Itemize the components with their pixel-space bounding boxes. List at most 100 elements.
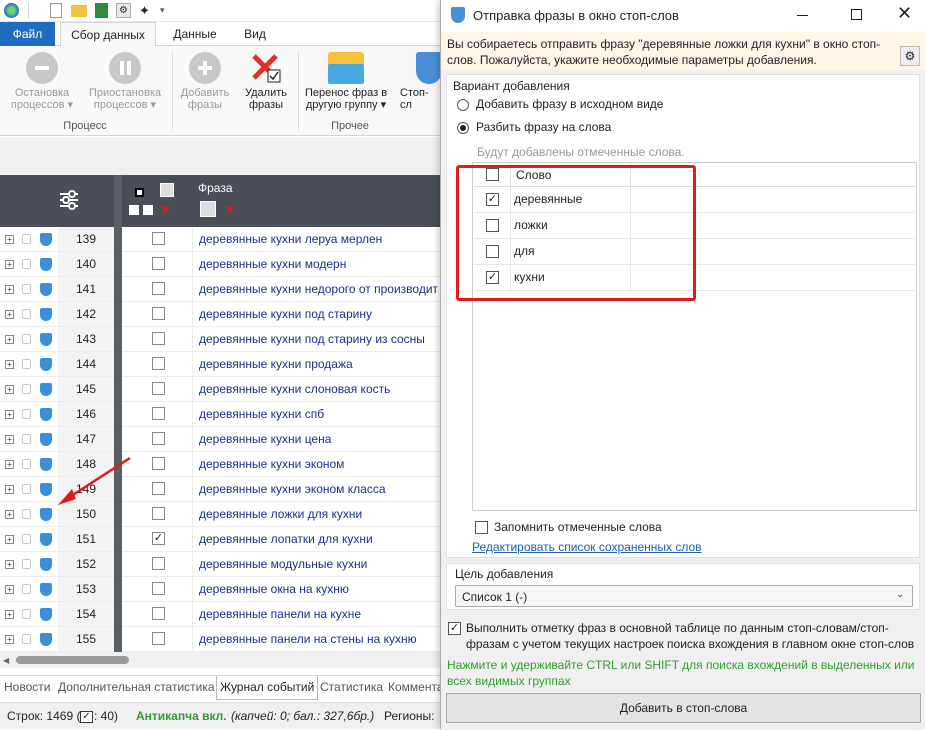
lock-icon[interactable] bbox=[22, 584, 31, 594]
row-checkbox[interactable] bbox=[152, 382, 165, 395]
shield-icon[interactable] bbox=[40, 383, 52, 396]
minimize-icon[interactable] bbox=[797, 15, 808, 16]
stop-processes-button[interactable]: Остановка процессов ▾ bbox=[4, 52, 80, 111]
shield-icon[interactable] bbox=[40, 633, 52, 646]
row-checkbox[interactable] bbox=[152, 582, 165, 595]
stop-words-button[interactable]: Стоп-сл bbox=[400, 52, 442, 111]
expand-icon[interactable]: + bbox=[5, 560, 14, 569]
shield-icon[interactable] bbox=[40, 533, 52, 546]
phrase-cell[interactable]: деревянные кухни под старину bbox=[192, 302, 440, 326]
mark-icon[interactable] bbox=[129, 205, 139, 215]
tab-news[interactable]: Новости bbox=[4, 680, 50, 694]
add-phrases-button[interactable]: Добавить фразы bbox=[178, 52, 232, 111]
phrase-filter-icon[interactable] bbox=[200, 201, 216, 217]
lock-icon[interactable] bbox=[22, 609, 31, 619]
row-checkbox[interactable] bbox=[152, 307, 165, 320]
lock-icon[interactable] bbox=[22, 559, 31, 569]
table-row[interactable]: +151 ✓ деревянные лопатки для кухни bbox=[0, 527, 440, 552]
mark-phrases-checkbox[interactable]: ✓ bbox=[448, 622, 461, 635]
phrase-column-header[interactable]: Фраза bbox=[198, 181, 233, 195]
table-row[interactable]: +143 деревянные кухни под старину из сосн… bbox=[0, 327, 440, 352]
lock-icon[interactable] bbox=[22, 359, 31, 369]
remember-words-label[interactable]: Запомнить отмеченные слова bbox=[494, 520, 662, 534]
move-phrases-button[interactable]: Перенос фраз в другую группу ▾ bbox=[300, 52, 392, 111]
phrase-cell[interactable]: деревянные кухни недорого от производит bbox=[192, 277, 440, 301]
lock-icon[interactable] bbox=[22, 459, 31, 469]
table-row[interactable]: +139 деревянные кухни леруа мерлен bbox=[0, 227, 440, 252]
tab-view[interactable]: Вид bbox=[232, 22, 278, 46]
lock-icon[interactable] bbox=[22, 434, 31, 444]
lock-icon[interactable] bbox=[22, 309, 31, 319]
mark-phrases-label[interactable]: Выполнить отметку фраз в основной таблиц… bbox=[466, 620, 922, 652]
shield-icon[interactable] bbox=[40, 608, 52, 621]
lock-icon[interactable] bbox=[22, 234, 31, 244]
settings-gear-icon[interactable]: ⚙ bbox=[116, 3, 131, 18]
new-file-icon[interactable] bbox=[50, 3, 62, 18]
radio-whole-phrase[interactable] bbox=[457, 99, 469, 111]
column-filter-icon[interactable] bbox=[58, 189, 80, 211]
row-checkbox[interactable] bbox=[152, 332, 165, 345]
table-row[interactable]: +152 деревянные модульные кухни bbox=[0, 552, 440, 577]
unmark-icon[interactable] bbox=[143, 205, 153, 215]
shield-icon[interactable] bbox=[40, 558, 52, 571]
target-select[interactable]: Список 1 (-) ⌄ bbox=[455, 585, 913, 607]
filter-marked-icon[interactable] bbox=[160, 183, 174, 197]
table-row[interactable]: +146 деревянные кухни спб bbox=[0, 402, 440, 427]
edit-saved-words-link[interactable]: Редактировать список сохраненных слов bbox=[472, 540, 702, 554]
shield-icon[interactable] bbox=[40, 408, 52, 421]
phrase-cell[interactable]: деревянные панели на стены на кухню bbox=[192, 627, 440, 651]
lock-icon[interactable] bbox=[22, 484, 31, 494]
expand-icon[interactable]: + bbox=[5, 460, 14, 469]
tab-comments[interactable]: Коммента bbox=[388, 680, 444, 694]
option-whole-label[interactable]: Добавить фразу в исходном виде bbox=[476, 97, 663, 111]
row-checkbox[interactable] bbox=[152, 282, 165, 295]
tab-collect-data[interactable]: Сбор данных bbox=[60, 22, 156, 47]
expand-icon[interactable]: + bbox=[5, 535, 14, 544]
phrase-cell[interactable]: деревянные кухни продажа bbox=[192, 352, 440, 376]
expand-icon[interactable]: + bbox=[5, 435, 14, 444]
expand-icon[interactable]: + bbox=[5, 610, 14, 619]
table-row[interactable]: +142 деревянные кухни под старину bbox=[0, 302, 440, 327]
tab-statistics[interactable]: Статистика bbox=[320, 680, 383, 694]
tab-extra-stats[interactable]: Дополнительная статистика bbox=[58, 680, 215, 694]
shield-icon[interactable] bbox=[40, 333, 52, 346]
shield-icon[interactable] bbox=[40, 358, 52, 371]
shield-icon[interactable] bbox=[40, 583, 52, 596]
excel-export-icon[interactable] bbox=[95, 3, 108, 18]
shield-icon[interactable] bbox=[40, 433, 52, 446]
table-row[interactable]: +145 деревянные кухни слоновая кость bbox=[0, 377, 440, 402]
phrase-clear-filter-icon[interactable]: ✕ bbox=[224, 201, 240, 217]
phrase-cell[interactable]: деревянные модульные кухни bbox=[192, 552, 440, 576]
phrase-cell[interactable]: деревянные лопатки для кухни bbox=[192, 527, 440, 551]
expand-icon[interactable]: + bbox=[5, 485, 14, 494]
expand-icon[interactable]: + bbox=[5, 585, 14, 594]
phrase-cell[interactable]: деревянные кухни под старину из сосны bbox=[192, 327, 440, 351]
row-checkbox[interactable]: ✓ bbox=[152, 532, 165, 545]
shield-icon[interactable] bbox=[40, 308, 52, 321]
magic-wand-icon[interactable]: ✦ bbox=[139, 3, 154, 18]
row-checkbox[interactable] bbox=[152, 607, 165, 620]
phrase-cell[interactable]: деревянные кухни эконом класса bbox=[192, 477, 440, 501]
phrase-cell[interactable]: деревянные окна на кухню bbox=[192, 577, 440, 601]
expand-icon[interactable]: + bbox=[5, 385, 14, 394]
phrase-cell[interactable]: деревянные кухни цена bbox=[192, 427, 440, 451]
radio-split-words[interactable] bbox=[457, 122, 469, 134]
expand-icon[interactable]: + bbox=[5, 410, 14, 419]
phrase-cell[interactable]: деревянные кухни леруа мерлен bbox=[192, 227, 440, 251]
select-all-icon[interactable] bbox=[135, 188, 144, 197]
phrase-cell[interactable]: деревянные кухни модерн bbox=[192, 252, 440, 276]
expand-icon[interactable]: + bbox=[5, 235, 14, 244]
clear-filter-icon[interactable]: ✕ bbox=[160, 203, 174, 217]
table-row[interactable]: +140 деревянные кухни модерн bbox=[0, 252, 440, 277]
remember-words-checkbox[interactable] bbox=[475, 521, 488, 534]
delete-phrases-button[interactable]: Удалить фразы bbox=[238, 52, 294, 111]
quick-access-dropdown-icon[interactable]: ▾ bbox=[160, 3, 175, 18]
shield-icon[interactable] bbox=[40, 283, 52, 296]
lock-icon[interactable] bbox=[22, 509, 31, 519]
scrollbar-thumb[interactable] bbox=[16, 656, 129, 664]
phrase-cell[interactable]: деревянные панели на кухне bbox=[192, 602, 440, 626]
phrase-cell[interactable]: деревянные кухни слоновая кость bbox=[192, 377, 440, 401]
table-row[interactable]: +141 деревянные кухни недорого от произво… bbox=[0, 277, 440, 302]
tab-file[interactable]: Файл bbox=[0, 22, 55, 46]
table-row[interactable]: +147 деревянные кухни цена bbox=[0, 427, 440, 452]
